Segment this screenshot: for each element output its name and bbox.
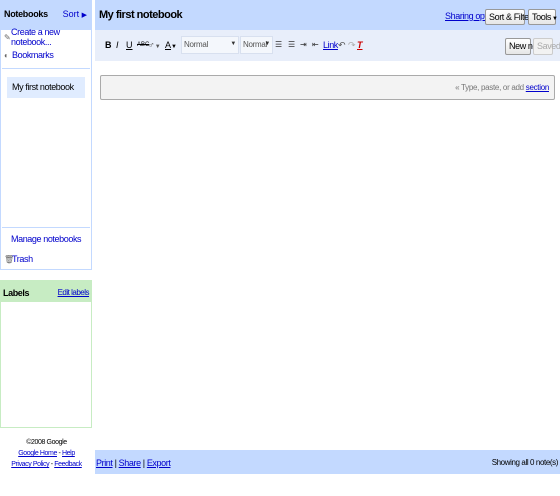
chevron-down-icon: ▼	[230, 41, 236, 47]
footer-row: Privacy Policy - Feedback	[0, 459, 93, 470]
footer-row: Google Home - Help	[0, 448, 93, 459]
triangle-right-icon: ▶	[81, 12, 87, 19]
page-footer: ©2008 Google Google Home - Help Privacy …	[0, 437, 93, 470]
notebooks-panel: Notebooks Sort ▶ ✎ Create a new notebook…	[0, 0, 92, 270]
sort-label: Sort	[62, 9, 80, 19]
sort-filter-button[interactable]: Sort & Filter▼	[485, 9, 538, 25]
font-color-button[interactable]: A▼	[165, 40, 177, 50]
share-link[interactable]: Share	[119, 458, 141, 468]
note-actions: Print | Share | Export	[96, 458, 171, 468]
edit-labels-link[interactable]: Edit labels	[58, 288, 90, 297]
bookmarks-label: Bookmarks	[12, 50, 54, 60]
add-section-bar[interactable]: « Type, paste, or add section	[100, 75, 555, 100]
add-section-hint: « Type, paste, or add section	[455, 83, 549, 92]
undo-icon[interactable]: ↶	[338, 40, 346, 51]
notebook-actions: ✎ Create a new notebook... ◐ Bookmarks	[4, 27, 91, 66]
indent-icon[interactable]: ⇥	[300, 40, 307, 49]
page-title[interactable]: My first notebook	[99, 9, 183, 21]
create-notebook-link[interactable]: ✎ Create a new notebook...	[4, 27, 91, 47]
notebook-add-icon: ✎	[4, 32, 11, 42]
new-note-button[interactable]: New note	[505, 38, 544, 55]
tools-label: Tools	[532, 12, 552, 22]
chevron-down-icon: ▼	[154, 44, 161, 50]
notebooks-title: Notebooks	[4, 9, 48, 19]
help-link[interactable]: Help	[62, 450, 75, 457]
italic-button[interactable]: I	[116, 40, 119, 50]
labels-panel: Labels Edit labels	[0, 280, 92, 428]
notebooks-header: Notebooks Sort ▶	[1, 0, 91, 30]
sidebar-item-my-first-notebook[interactable]: My first notebook	[7, 77, 85, 98]
size-select[interactable]: Normal ▼	[240, 36, 273, 54]
manage-notebooks-link[interactable]: Manage notebooks	[11, 234, 82, 244]
main-panel: My first notebook Sharing options Sort &…	[95, 0, 560, 474]
tools-button[interactable]: Tools▼	[528, 9, 558, 25]
add-section-hint-text: « Type, paste, or add	[455, 83, 524, 92]
link-button[interactable]: Link	[323, 40, 338, 50]
print-link[interactable]: Print	[96, 458, 113, 468]
chevron-down-icon: ▼	[552, 16, 558, 22]
redo-icon[interactable]: ↷	[348, 40, 356, 51]
font-select-value: Normal	[184, 40, 208, 49]
create-notebook-label: Create a new notebook...	[11, 27, 60, 47]
trash-icon: 🗑	[4, 254, 14, 264]
note-count-status: Showing all 0 note(s)	[491, 458, 559, 467]
add-section-link[interactable]: section	[526, 83, 550, 92]
notebook-header: My first notebook Sharing options Sort &…	[95, 0, 560, 30]
export-link[interactable]: Export	[147, 458, 171, 468]
sort-filter-label: Sort & Filter	[489, 12, 532, 22]
divider	[2, 227, 90, 228]
trash-link[interactable]: 🗑 Trash	[4, 254, 33, 264]
bookmarks-link[interactable]: ◐ Bookmarks	[4, 48, 91, 62]
clear-formatting-button[interactable]: T	[357, 40, 363, 50]
copyright: ©2008 Google	[26, 439, 67, 446]
divider	[2, 68, 90, 69]
labels-title: Labels	[3, 288, 30, 298]
sort-notebooks-button[interactable]: Sort ▶	[63, 9, 87, 19]
bottom-bar: Print | Share | Export Showing all 0 not…	[95, 450, 560, 474]
numbered-list-icon[interactable]: ☰	[275, 40, 282, 49]
bookmark-icon: ◐	[4, 50, 9, 60]
underline-button[interactable]: U	[126, 40, 133, 50]
feedback-link[interactable]: Feedback	[54, 461, 82, 468]
chevron-down-icon: ▼	[264, 41, 270, 47]
privacy-policy-link[interactable]: Privacy Policy	[11, 461, 49, 468]
font-select[interactable]: Normal ▼	[181, 36, 239, 54]
sidebar: Notebooks Sort ▶ ✎ Create a new notebook…	[0, 0, 93, 496]
google-home-link[interactable]: Google Home	[18, 450, 57, 457]
highlight-button[interactable]: ♂▼	[148, 40, 161, 50]
outdent-icon[interactable]: ⇤	[312, 40, 319, 49]
highlighter-icon: ♂	[148, 40, 155, 50]
format-toolbar: B I U ABC ♂▼ A▼ Normal ▼ Normal ▼ ☰ ☰ ⇥ ⇤ …	[95, 30, 560, 62]
saved-button[interactable]: Saved	[533, 38, 560, 55]
labels-header: Labels Edit labels	[1, 280, 91, 302]
chevron-down-icon: ▼	[171, 44, 177, 50]
bulleted-list-icon[interactable]: ☰	[288, 40, 295, 49]
bold-button[interactable]: B	[105, 40, 112, 50]
trash-label: Trash	[12, 254, 33, 264]
